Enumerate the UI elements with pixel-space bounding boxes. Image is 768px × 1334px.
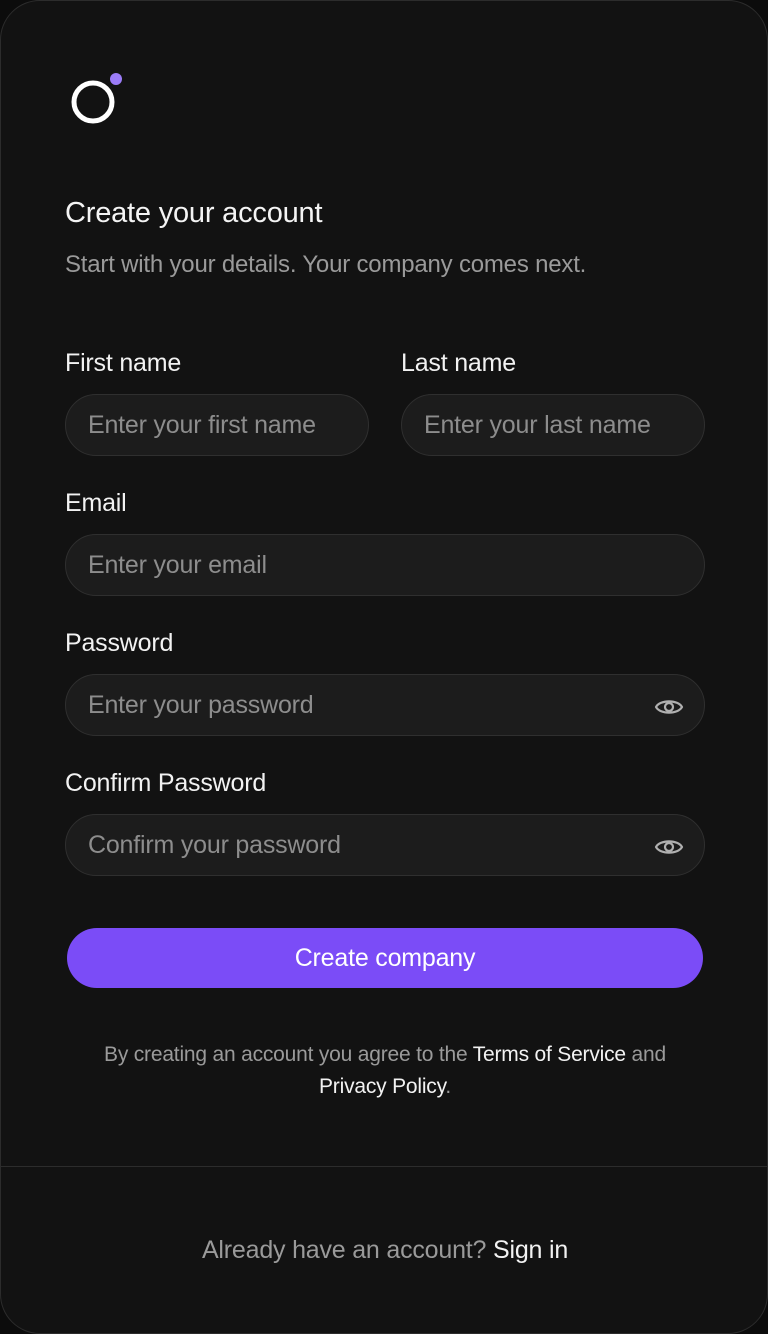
- password-input[interactable]: [66, 675, 704, 735]
- terms-of-service-link[interactable]: Terms of Service: [473, 1043, 626, 1066]
- page-title: Create your account: [65, 197, 323, 229]
- confirm-password-input[interactable]: [66, 815, 704, 875]
- email-label: Email: [65, 489, 127, 517]
- first-name-field-wrapper: [65, 394, 369, 456]
- password-field-wrapper: [65, 674, 705, 736]
- eye-icon[interactable]: [654, 835, 684, 859]
- email-input[interactable]: [66, 535, 704, 595]
- signup-card: Create your account Start with your deta…: [0, 0, 768, 1334]
- divider: [1, 1166, 767, 1167]
- sign-in-prompt: Already have an account? Sign in: [1, 1236, 767, 1265]
- terms-suffix: .: [445, 1075, 451, 1098]
- page-subtitle: Start with your details. Your company co…: [65, 251, 587, 278]
- privacy-policy-link[interactable]: Privacy Policy: [319, 1075, 446, 1098]
- ring-logo-icon: [71, 73, 122, 124]
- first-name-input[interactable]: [66, 395, 368, 455]
- confirm-password-field-wrapper: [65, 814, 705, 876]
- first-name-label: First name: [65, 349, 182, 377]
- terms-notice: By creating an account you agree to the …: [65, 1039, 705, 1103]
- terms-prefix: By creating an account you agree to the: [104, 1043, 473, 1066]
- sign-in-link[interactable]: Sign in: [493, 1236, 568, 1264]
- confirm-password-label: Confirm Password: [65, 769, 267, 797]
- last-name-input[interactable]: [402, 395, 704, 455]
- create-company-button[interactable]: Create company: [67, 928, 703, 988]
- password-label: Password: [65, 629, 174, 657]
- eye-icon[interactable]: [654, 695, 684, 719]
- email-field-wrapper: [65, 534, 705, 596]
- last-name-label: Last name: [401, 349, 516, 377]
- sign-in-prompt-text: Already have an account?: [201, 1236, 493, 1264]
- last-name-field-wrapper: [401, 394, 705, 456]
- terms-middle: and: [625, 1043, 667, 1066]
